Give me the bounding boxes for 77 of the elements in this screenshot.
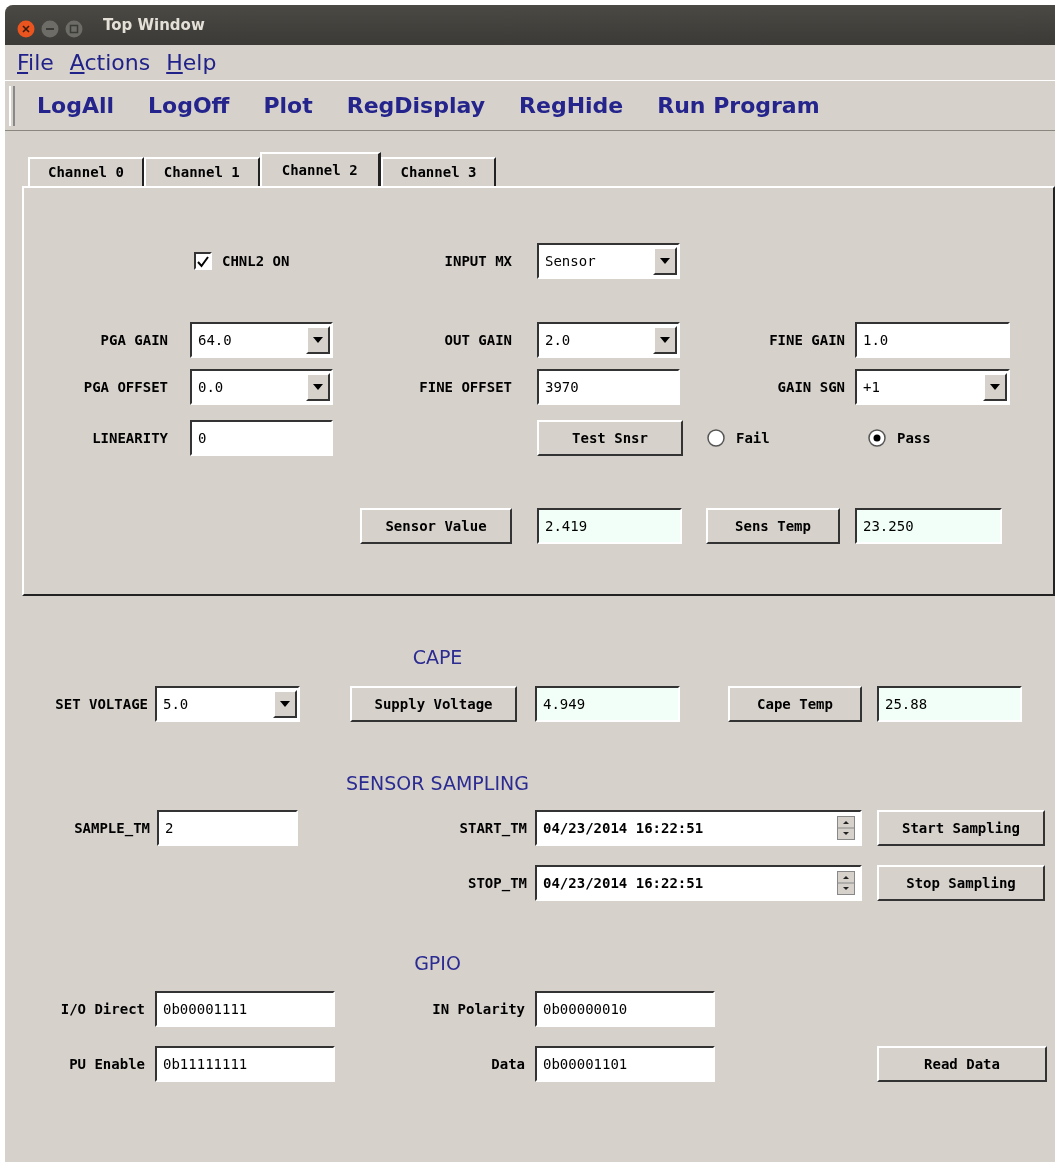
spin-box[interactable]: 04/23/2014 16:22:51	[535, 865, 862, 901]
action-button[interactable]: Cape Temp	[728, 686, 862, 722]
checkbox-label: CHNL2 ON	[222, 251, 290, 271]
check-icon	[196, 254, 210, 268]
action-button[interactable]: Sensor Value	[360, 508, 512, 544]
action-button[interactable]: Stop Sampling	[877, 865, 1045, 901]
field-label: PU Enable	[69, 1054, 145, 1074]
caret-down-icon	[312, 335, 324, 345]
input-field[interactable]: 1.0	[855, 322, 1010, 358]
field-label: SAMPLE_TM	[74, 818, 150, 839]
spin-arrows-icon	[837, 816, 855, 840]
menu-item[interactable]: Help	[166, 51, 217, 74]
field-label: STOP_TM	[468, 873, 527, 894]
input-field[interactable]: 0	[190, 420, 333, 456]
input-field[interactable]: 2	[157, 810, 298, 846]
toolbar-grip[interactable]	[9, 85, 15, 126]
tab[interactable]: Channel 1	[143, 157, 260, 186]
dropdown[interactable]: 2.0	[537, 322, 680, 358]
field-label: START_TM	[459, 818, 527, 839]
menu-item[interactable]: Actions	[69, 51, 151, 74]
toolbar-button[interactable]: Plot	[263, 89, 313, 122]
field-label: INPUT MX	[444, 251, 512, 271]
dropdown[interactable]: 0.0	[190, 369, 333, 405]
field-label: OUT GAIN	[444, 330, 512, 350]
checkbox[interactable]	[194, 252, 212, 270]
radio-label: Fail	[736, 428, 770, 448]
tab[interactable]: Channel 2	[259, 152, 381, 186]
field-label: FINE GAIN	[769, 330, 845, 350]
tab[interactable]: Channel 3	[380, 157, 497, 186]
input-field[interactable]: 0b11111111	[155, 1046, 335, 1082]
toolbar-button[interactable]: LogOff	[148, 89, 230, 122]
action-button[interactable]: Supply Voltage	[350, 686, 517, 722]
caret-down-icon	[659, 256, 671, 266]
input-field[interactable]: 0b00000010	[535, 991, 715, 1027]
window-title: Top Window	[103, 14, 205, 36]
section-title: SENSOR SAMPLING	[345, 770, 530, 796]
toolbar-button[interactable]: Run Program	[657, 89, 820, 122]
field-label: IN Polarity	[432, 999, 525, 1019]
caret-down-icon	[279, 699, 291, 709]
field-label: Data	[491, 1054, 525, 1074]
spin-arrows-icon	[837, 871, 855, 895]
radio-button[interactable]	[867, 428, 887, 448]
field-label: PGA OFFSET	[83, 377, 168, 397]
action-button[interactable]: Sens Temp	[706, 508, 840, 544]
dropdown[interactable]: 64.0	[190, 322, 333, 358]
dropdown[interactable]: 5.0	[155, 686, 300, 722]
input-field[interactable]: 0b00001101	[535, 1046, 715, 1082]
radio-button[interactable]	[706, 428, 726, 448]
field-label: SET VOLTAGE	[55, 694, 148, 714]
radio-label: Pass	[897, 428, 931, 448]
field-label: PGA GAIN	[100, 330, 168, 350]
action-button[interactable]: Read Data	[877, 1046, 1047, 1082]
readout-field[interactable]: 2.419	[537, 508, 682, 544]
dropdown[interactable]: +1	[855, 369, 1010, 405]
field-label: GAIN SGN	[777, 377, 845, 397]
readout-field[interactable]: 23.250	[855, 508, 1002, 544]
readout-field[interactable]: 25.88	[877, 686, 1022, 722]
field-label: LINEARITY	[92, 428, 168, 448]
spin-box[interactable]: 04/23/2014 16:22:51	[535, 810, 862, 846]
caret-down-icon	[659, 335, 671, 345]
toolbar-button[interactable]: RegHide	[519, 89, 624, 122]
toolbar-button[interactable]: RegDisplay	[346, 89, 485, 122]
section-title: GPIO	[413, 950, 462, 976]
field-label: FINE OFFSET	[419, 377, 512, 397]
caret-down-icon	[989, 382, 1001, 392]
field-label: I/O Direct	[60, 999, 145, 1019]
menu-item[interactable]: File	[17, 51, 54, 74]
tab[interactable]: Channel 0	[28, 157, 144, 186]
dropdown[interactable]: Sensor	[537, 243, 680, 279]
action-button[interactable]: Start Sampling	[877, 810, 1045, 846]
readout-field[interactable]: 4.949	[535, 686, 680, 722]
caret-down-icon	[312, 382, 324, 392]
action-button[interactable]: Test Snsr	[537, 420, 683, 456]
input-field[interactable]: 0b00001111	[155, 991, 335, 1027]
section-title: CAPE	[411, 644, 464, 670]
input-field[interactable]: 3970	[537, 369, 680, 405]
toolbar-button[interactable]: LogAll	[37, 89, 114, 122]
